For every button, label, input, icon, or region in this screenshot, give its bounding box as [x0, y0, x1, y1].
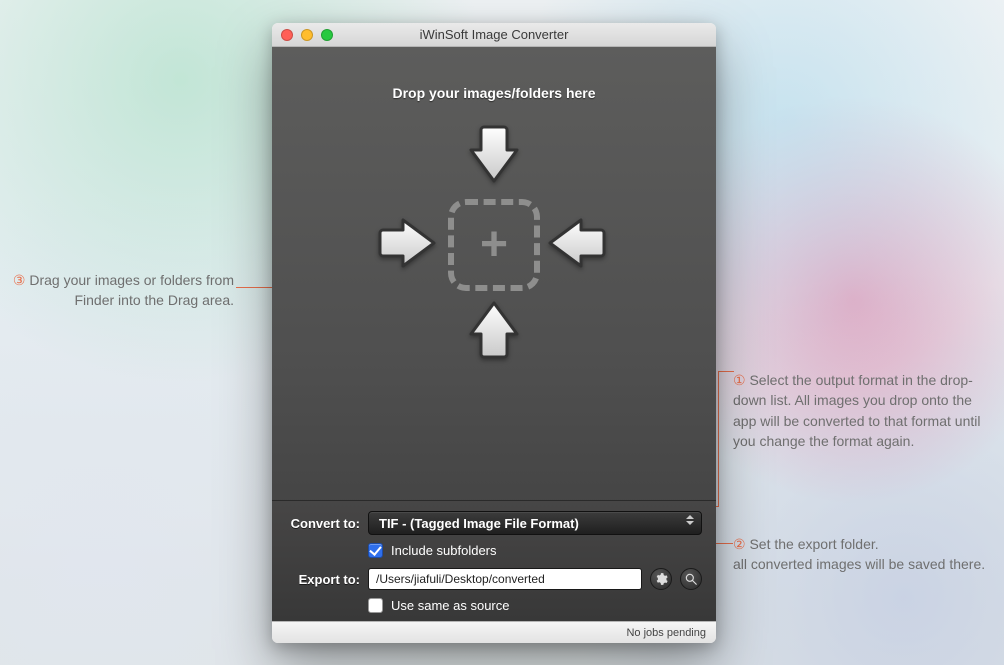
chevron-updown-icon — [686, 515, 694, 525]
annotation-1: ① Select the output format in the drop-d… — [733, 370, 993, 451]
use-same-as-source-row: Use same as source — [368, 598, 702, 613]
export-label: Export to: — [286, 572, 368, 587]
arrow-right-icon — [376, 215, 438, 271]
export-path-value: /Users/jiafuli/Desktop/converted — [376, 572, 545, 586]
magnifier-icon — [684, 572, 698, 586]
annotation-2: ② Set the export folder. all converted i… — [733, 534, 993, 575]
convert-row: Convert to: TIF - (Tagged Image File For… — [286, 511, 702, 535]
controls-panel: Convert to: TIF - (Tagged Image File For… — [272, 500, 716, 621]
reveal-button[interactable] — [680, 568, 702, 590]
export-row: Export to: /Users/jiafuli/Desktop/conver… — [286, 568, 702, 590]
plus-icon: + — [480, 221, 508, 269]
annotation-3-number: ③ — [13, 272, 26, 288]
content-area: Drop your images/folders here + — [272, 47, 716, 621]
status-bar: No jobs pending — [272, 621, 716, 643]
export-path-field[interactable]: /Users/jiafuli/Desktop/converted — [368, 568, 642, 590]
annotation-1-number: ① — [733, 372, 746, 388]
annotation-2-number: ② — [733, 536, 746, 552]
convert-format-value: TIF - (Tagged Image File Format) — [379, 516, 579, 531]
status-text: No jobs pending — [626, 627, 706, 639]
annotation-2-text-line2: all converted images will be saved there… — [733, 556, 985, 572]
drop-target-icon: + — [448, 199, 540, 291]
titlebar[interactable]: iWinSoft Image Converter — [272, 23, 716, 47]
annotation-2-text-line1: Set the export folder. — [746, 536, 879, 552]
app-window: iWinSoft Image Converter Drop your image… — [272, 23, 716, 643]
use-same-as-source-checkbox[interactable] — [368, 598, 383, 613]
include-subfolders-checkbox[interactable] — [368, 543, 383, 558]
drop-area[interactable]: Drop your images/folders here + — [272, 47, 716, 500]
annotation-1-text: Select the output format in the drop-dow… — [733, 372, 980, 449]
include-subfolders-row: Include subfolders — [368, 543, 702, 558]
drop-graphic: + — [374, 125, 614, 365]
annotation-3: ③ Drag your images or folders from Finde… — [4, 270, 234, 311]
settings-button[interactable] — [650, 568, 672, 590]
gear-icon — [654, 572, 668, 586]
convert-label: Convert to: — [286, 516, 368, 531]
annotation-3-text: Drag your images or folders from Finder … — [25, 272, 234, 308]
arrow-up-icon — [466, 299, 522, 361]
use-same-as-source-label: Use same as source — [391, 598, 510, 613]
drop-caption: Drop your images/folders here — [392, 85, 595, 101]
include-subfolders-label: Include subfolders — [391, 543, 497, 558]
convert-format-dropdown[interactable]: TIF - (Tagged Image File Format) — [368, 511, 702, 535]
arrow-down-icon — [466, 123, 522, 185]
arrow-left-icon — [546, 215, 608, 271]
window-title: iWinSoft Image Converter — [272, 27, 716, 42]
